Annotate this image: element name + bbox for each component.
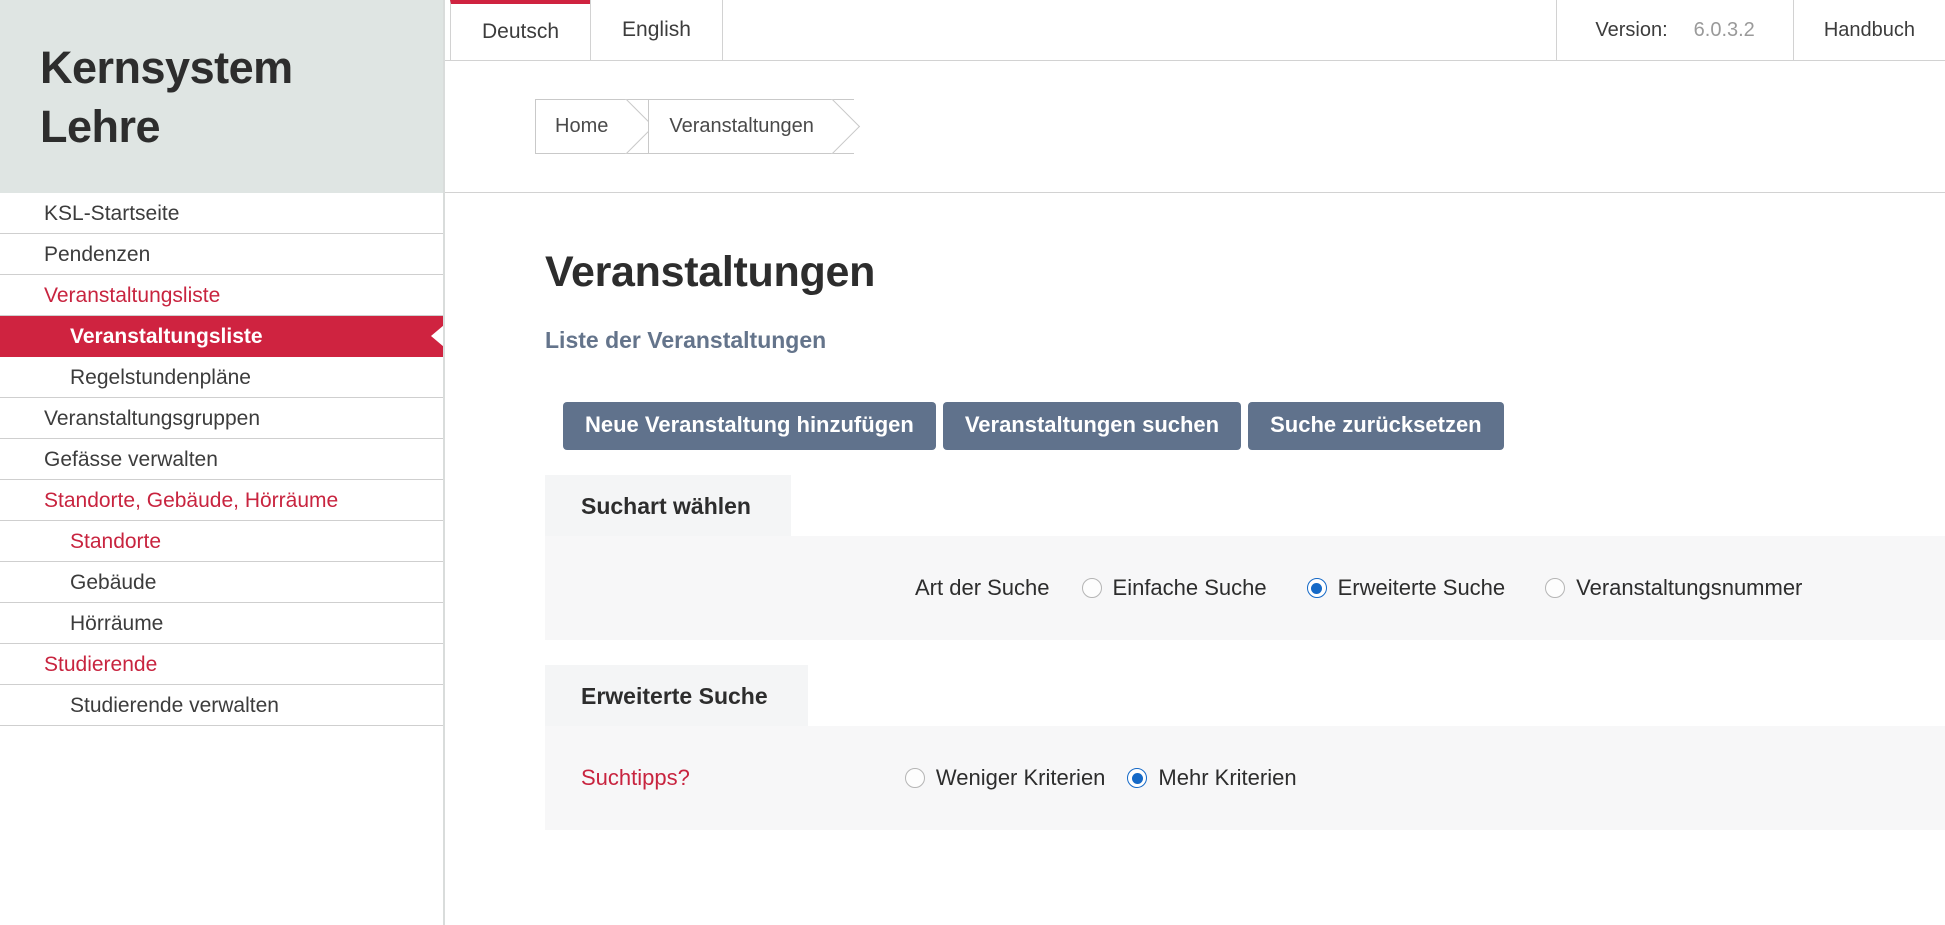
sidebar-item-label: Hörräume [70, 612, 164, 635]
radio-label: Einfache Suche [1112, 575, 1267, 600]
breadcrumb-label: Home [555, 115, 609, 137]
radio-option-weniger-kriterien[interactable]: Weniger Kriterien [904, 765, 1106, 791]
radio-input-einfache-suche[interactable] [1081, 578, 1102, 598]
radio-label: Weniger Kriterien [935, 765, 1106, 790]
breadcrumb-label: Veranstaltungen [669, 115, 814, 137]
page-subtitle: Liste der Veranstaltungen [545, 327, 827, 353]
sidebar-item-label: Veranstaltungsgruppen [44, 407, 260, 430]
sidebar-item-pendenzen[interactable]: Pendenzen [0, 234, 443, 275]
kriterien-radio-group: Weniger Kriterien Mehr Kriterien [690, 765, 1319, 791]
breadcrumb-item-home[interactable]: Home [535, 99, 649, 154]
breadcrumb-strip: Home Veranstaltungen [445, 61, 1945, 193]
active-caret-icon [431, 325, 443, 347]
sidebar-item-label: Studierende [44, 653, 158, 676]
radio-input-weniger-kriterien[interactable] [904, 768, 925, 788]
sidebar: Kernsystem Lehre KSL-Startseite Pendenze… [0, 0, 445, 925]
radio-option-einfache-suche[interactable]: Einfache Suche [1081, 575, 1267, 601]
sidebar-item-label: Gebäude [70, 571, 157, 594]
sidebar-item-hoerraeume[interactable]: Hörräume [0, 603, 443, 644]
sidebar-item-standorte[interactable]: Standorte [0, 521, 443, 562]
tab-label: Deutsch [482, 20, 560, 43]
sidebar-item-label: Regelstundenpläne [70, 366, 251, 389]
brand-title: Kernsystem Lehre [40, 38, 403, 157]
brand-title-line1: Kernsystem [40, 42, 293, 93]
sidebar-item-studierende[interactable]: Studierende [0, 644, 443, 685]
sidebar-item-label: Gefässe verwalten [44, 448, 218, 471]
page-title: Veranstaltungen [545, 248, 876, 296]
language-tabs: Deutsch English [450, 0, 723, 60]
sidebar-item-label: KSL-Startseite [44, 202, 180, 225]
sidebar-item-regelstundenplaene[interactable]: Regelstundenpläne [0, 357, 443, 398]
advanced-search-panel: Erweiterte Suche Suchtipps? Weniger Krit… [545, 665, 1945, 830]
radio-input-mehr-kriterien[interactable] [1127, 768, 1148, 788]
sidebar-item-standorte-gebaeude-hoerraeume[interactable]: Standorte, Gebäude, Hörräume [0, 480, 443, 521]
version-info: Version: 6.0.3.2 [1556, 0, 1794, 60]
advanced-search-panel-title: Erweiterte Suche [545, 665, 808, 726]
sidebar-item-label: Standorte [70, 530, 162, 553]
search-type-panel-title: Suchart wählen [545, 475, 791, 536]
sidebar-nav: KSL-Startseite Pendenzen Veranstaltungsl… [0, 193, 443, 726]
sidebar-item-label: Veranstaltungsliste [70, 325, 263, 348]
radio-input-veranstaltungsnummer[interactable] [1545, 578, 1566, 598]
radio-label: Mehr Kriterien [1158, 765, 1297, 790]
page-content: Veranstaltungen Liste der Veranstaltunge… [445, 193, 1945, 925]
radio-input-erweiterte-suche[interactable] [1306, 578, 1327, 598]
version-label: Version: [1595, 18, 1668, 41]
tab-label: English [622, 18, 691, 41]
sidebar-item-veranstaltungsliste[interactable]: Veranstaltungsliste [0, 316, 443, 357]
tab-english[interactable]: English [590, 0, 723, 60]
search-type-panel-body: Art der Suche Einfache Suche Erweiterte … [545, 536, 1945, 640]
advanced-search-panel-body: Suchtipps? Weniger Kriterien Mehr Kriter… [545, 726, 1945, 830]
breadcrumb: Home Veranstaltungen [535, 99, 854, 154]
brand-title-line2: Lehre [40, 101, 161, 153]
sidebar-item-label: Veranstaltungsliste [44, 284, 221, 307]
chevron-right-icon [826, 99, 881, 154]
sidebar-item-ksl-startseite[interactable]: KSL-Startseite [0, 193, 443, 234]
sidebar-item-veranstaltungsliste-group[interactable]: Veranstaltungsliste [0, 275, 443, 316]
radio-option-mehr-kriterien[interactable]: Mehr Kriterien [1127, 765, 1297, 791]
version-value: 6.0.3.2 [1693, 18, 1755, 41]
topbar: Deutsch English Version: 6.0.3.2 Handbuc… [445, 0, 1945, 61]
search-veranstaltungen-button[interactable]: Veranstaltungen suchen [942, 402, 1242, 450]
handbuch-link[interactable]: Handbuch [1794, 0, 1945, 60]
content-inner: Veranstaltungen Liste der Veranstaltunge… [445, 248, 1945, 830]
breadcrumb-item-veranstaltungen[interactable]: Veranstaltungen [648, 99, 854, 154]
sidebar-item-gefaesse-verwalten[interactable]: Gefässe verwalten [0, 439, 443, 480]
sidebar-item-label: Standorte, Gebäude, Hörräume [44, 489, 339, 512]
sidebar-item-gebaeude[interactable]: Gebäude [0, 562, 443, 603]
radio-option-veranstaltungsnummer[interactable]: Veranstaltungsnummer [1545, 575, 1802, 601]
art-der-suche-label: Art der Suche [915, 575, 1050, 600]
reset-search-button[interactable]: Suche zurücksetzen [1248, 402, 1504, 450]
radio-label: Erweiterte Suche [1337, 575, 1506, 600]
tab-deutsch[interactable]: Deutsch [450, 0, 592, 60]
art-der-suche-radio-group: Art der Suche Einfache Suche Erweiterte … [545, 575, 1824, 601]
sidebar-item-label: Studierende verwalten [70, 694, 279, 717]
sidebar-item-veranstaltungsgruppen[interactable]: Veranstaltungsgruppen [0, 398, 443, 439]
sidebar-item-label: Pendenzen [44, 243, 151, 266]
radio-label: Veranstaltungsnummer [1576, 575, 1803, 600]
search-type-panel: Suchart wählen Art der Suche Einfache Su… [545, 475, 1945, 640]
main-area: Deutsch English Version: 6.0.3.2 Handbuc… [445, 0, 1945, 925]
sidebar-item-studierende-verwalten[interactable]: Studierende verwalten [0, 685, 443, 726]
sidebar-brand: Kernsystem Lehre [0, 0, 443, 193]
app-root: Kernsystem Lehre KSL-Startseite Pendenze… [0, 0, 1945, 925]
suchtipps-link[interactable]: Suchtipps? [545, 765, 690, 791]
action-button-row: Neue Veranstaltung hinzufügen Veranstalt… [563, 402, 1945, 450]
radio-option-erweiterte-suche[interactable]: Erweiterte Suche [1306, 575, 1506, 601]
add-veranstaltung-button[interactable]: Neue Veranstaltung hinzufügen [563, 402, 936, 450]
handbuch-label: Handbuch [1823, 18, 1915, 41]
